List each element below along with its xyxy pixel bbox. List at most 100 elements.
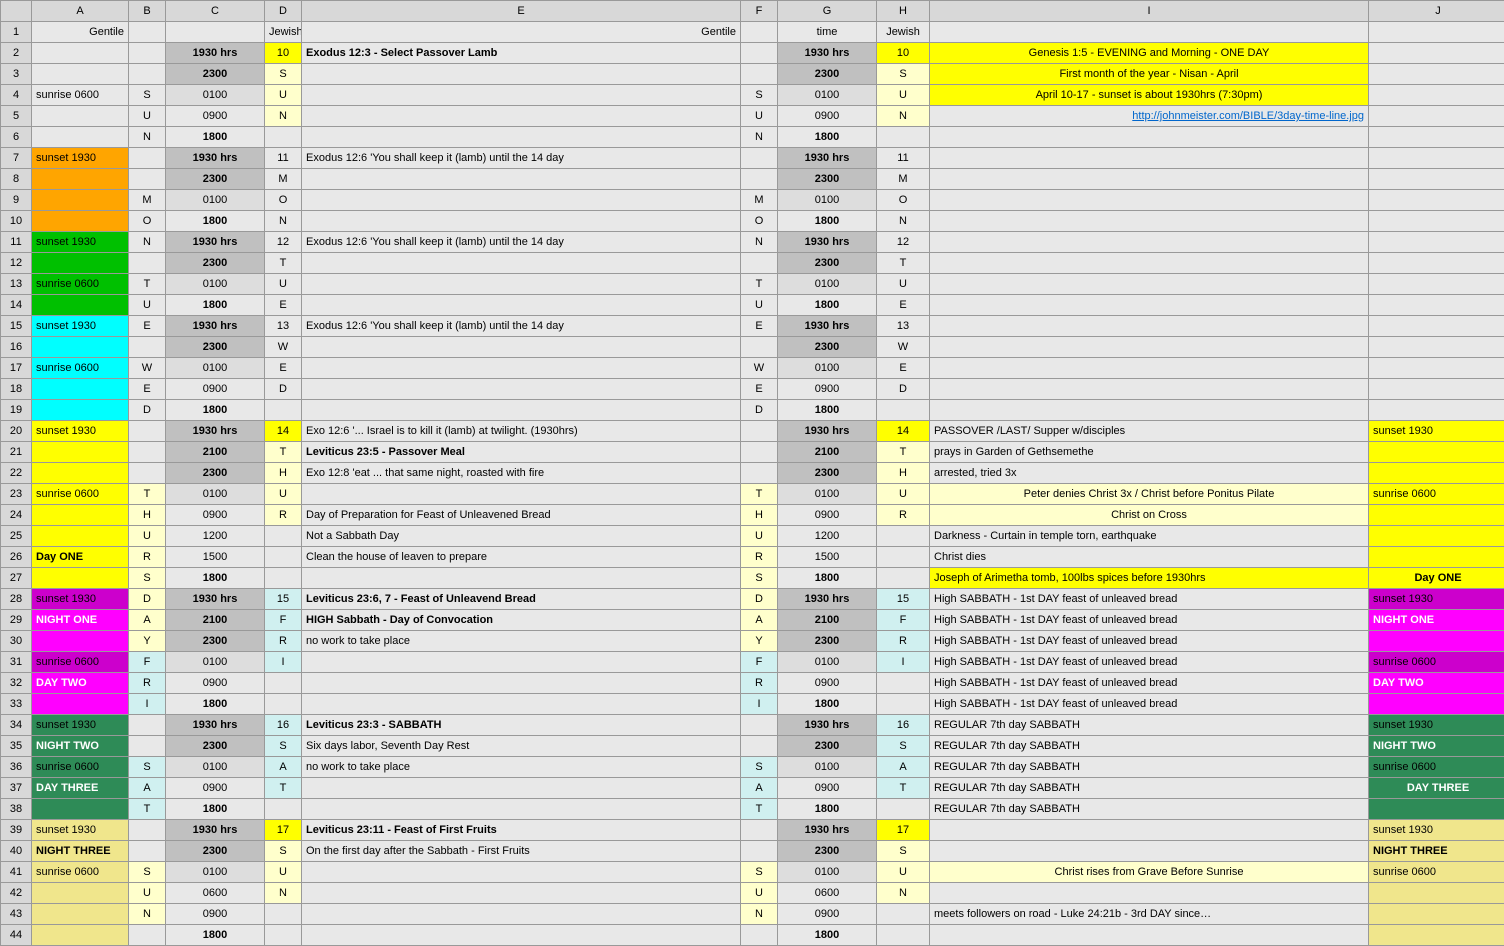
cell-I16[interactable] (930, 337, 1369, 358)
cell-G33[interactable]: 1800 (778, 694, 877, 715)
cell-D1[interactable]: Jewish (265, 22, 302, 43)
cell-F39[interactable] (741, 820, 778, 841)
cell-A1[interactable]: Gentile (32, 22, 129, 43)
row-header[interactable]: 5 (1, 106, 32, 127)
cell-D3[interactable]: S (265, 64, 302, 85)
cell-F19[interactable]: D (741, 400, 778, 421)
cell-H1[interactable]: Jewish (877, 22, 930, 43)
cell-E44[interactable] (302, 925, 741, 946)
row-header[interactable]: 30 (1, 631, 32, 652)
cell-E21[interactable]: Leviticus 23:5 - Passover Meal (302, 442, 741, 463)
cell-I40[interactable] (930, 841, 1369, 862)
col-header-A[interactable]: A (32, 1, 129, 22)
cell-D39[interactable]: 17 (265, 820, 302, 841)
cell-C33[interactable]: 1800 (166, 694, 265, 715)
cell-G27[interactable]: 1800 (778, 568, 877, 589)
cell-J42[interactable] (1369, 883, 1504, 904)
cell-G22[interactable]: 2300 (778, 463, 877, 484)
cell-A18[interactable] (32, 379, 129, 400)
cell-G41[interactable]: 0100 (778, 862, 877, 883)
cell-A5[interactable] (32, 106, 129, 127)
cell-C42[interactable]: 0600 (166, 883, 265, 904)
cell-I27[interactable]: Joseph of Arimetha tomb, 100lbs spices b… (930, 568, 1369, 589)
row-header[interactable]: 28 (1, 589, 32, 610)
cell-G14[interactable]: 1800 (778, 295, 877, 316)
cell-E7[interactable]: Exodus 12:6 'You shall keep it (lamb) un… (302, 148, 741, 169)
row-header[interactable]: 20 (1, 421, 32, 442)
cell-B18[interactable]: E (129, 379, 166, 400)
cell-C34[interactable]: 1930 hrs (166, 715, 265, 736)
cell-H34[interactable]: 16 (877, 715, 930, 736)
cell-G2[interactable]: 1930 hrs (778, 43, 877, 64)
row-header[interactable]: 25 (1, 526, 32, 547)
cell-G19[interactable]: 1800 (778, 400, 877, 421)
cell-A8[interactable] (32, 169, 129, 190)
cell-H19[interactable] (877, 400, 930, 421)
cell-H26[interactable] (877, 547, 930, 568)
cell-G39[interactable]: 1930 hrs (778, 820, 877, 841)
cell-A38[interactable] (32, 799, 129, 820)
cell-B6[interactable]: N (129, 127, 166, 148)
cell-E33[interactable] (302, 694, 741, 715)
cell-E13[interactable] (302, 274, 741, 295)
cell-J33[interactable] (1369, 694, 1504, 715)
cell-F10[interactable]: O (741, 211, 778, 232)
cell-C40[interactable]: 2300 (166, 841, 265, 862)
cell-D42[interactable]: N (265, 883, 302, 904)
cell-B17[interactable]: W (129, 358, 166, 379)
cell-J25[interactable] (1369, 526, 1504, 547)
cell-C44[interactable]: 1800 (166, 925, 265, 946)
cell-D12[interactable]: T (265, 253, 302, 274)
cell-G24[interactable]: 0900 (778, 505, 877, 526)
row-header[interactable]: 3 (1, 64, 32, 85)
cell-I36[interactable]: REGULAR 7th day SABBATH (930, 757, 1369, 778)
cell-C2[interactable]: 1930 hrs (166, 43, 265, 64)
cell-A35[interactable]: NIGHT TWO (32, 736, 129, 757)
cell-A23[interactable]: sunrise 0600 (32, 484, 129, 505)
cell-A24[interactable] (32, 505, 129, 526)
cell-H32[interactable] (877, 673, 930, 694)
cell-J19[interactable] (1369, 400, 1504, 421)
cell-G31[interactable]: 0100 (778, 652, 877, 673)
cell-E5[interactable] (302, 106, 741, 127)
cell-G9[interactable]: 0100 (778, 190, 877, 211)
cell-J12[interactable] (1369, 253, 1504, 274)
cell-B10[interactable]: O (129, 211, 166, 232)
cell-I23[interactable]: Peter denies Christ 3x / Christ before P… (930, 484, 1369, 505)
cell-C10[interactable]: 1800 (166, 211, 265, 232)
cell-C18[interactable]: 0900 (166, 379, 265, 400)
row-header[interactable]: 37 (1, 778, 32, 799)
cell-G18[interactable]: 0900 (778, 379, 877, 400)
cell-E10[interactable] (302, 211, 741, 232)
cell-F6[interactable]: N (741, 127, 778, 148)
cell-H33[interactable] (877, 694, 930, 715)
cell-A10[interactable] (32, 211, 129, 232)
cell-F16[interactable] (741, 337, 778, 358)
cell-G4[interactable]: 0100 (778, 85, 877, 106)
cell-D11[interactable]: 12 (265, 232, 302, 253)
cell-I8[interactable] (930, 169, 1369, 190)
cell-E2[interactable]: Exodus 12:3 - Select Passover Lamb (302, 43, 741, 64)
cell-F2[interactable] (741, 43, 778, 64)
cell-G25[interactable]: 1200 (778, 526, 877, 547)
cell-B16[interactable] (129, 337, 166, 358)
cell-B7[interactable] (129, 148, 166, 169)
row-header[interactable]: 39 (1, 820, 32, 841)
cell-J1[interactable] (1369, 22, 1504, 43)
cell-E38[interactable] (302, 799, 741, 820)
cell-J22[interactable] (1369, 463, 1504, 484)
cell-F4[interactable]: S (741, 85, 778, 106)
cell-C39[interactable]: 1930 hrs (166, 820, 265, 841)
row-header[interactable]: 24 (1, 505, 32, 526)
cell-A3[interactable] (32, 64, 129, 85)
cell-E22[interactable]: Exo 12:8 'eat ... that same night, roast… (302, 463, 741, 484)
cell-F9[interactable]: M (741, 190, 778, 211)
row-header[interactable]: 6 (1, 127, 32, 148)
cell-D33[interactable] (265, 694, 302, 715)
cell-H25[interactable] (877, 526, 930, 547)
cell-B40[interactable] (129, 841, 166, 862)
cell-H24[interactable]: R (877, 505, 930, 526)
cell-H3[interactable]: S (877, 64, 930, 85)
cell-C20[interactable]: 1930 hrs (166, 421, 265, 442)
cell-D14[interactable]: E (265, 295, 302, 316)
